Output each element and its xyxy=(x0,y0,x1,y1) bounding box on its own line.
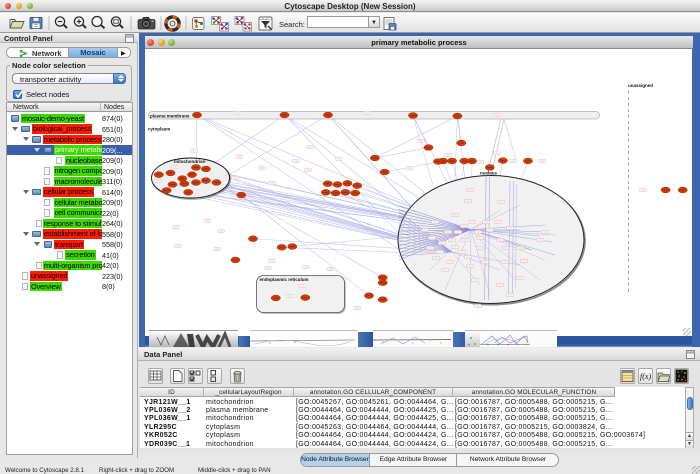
svg-text:nucleus: nucleus xyxy=(480,171,498,176)
svg-text:plasma membrane: plasma membrane xyxy=(150,114,190,119)
svg-text:endoplasmic reticulum: endoplasmic reticulum xyxy=(260,277,309,282)
svg-text:f(x): f(x) xyxy=(640,372,651,381)
svg-text:mitochondrion: mitochondrion xyxy=(174,159,206,164)
svg-text:cytoplasm: cytoplasm xyxy=(148,127,170,132)
svg-text:unassigned: unassigned xyxy=(628,83,653,88)
